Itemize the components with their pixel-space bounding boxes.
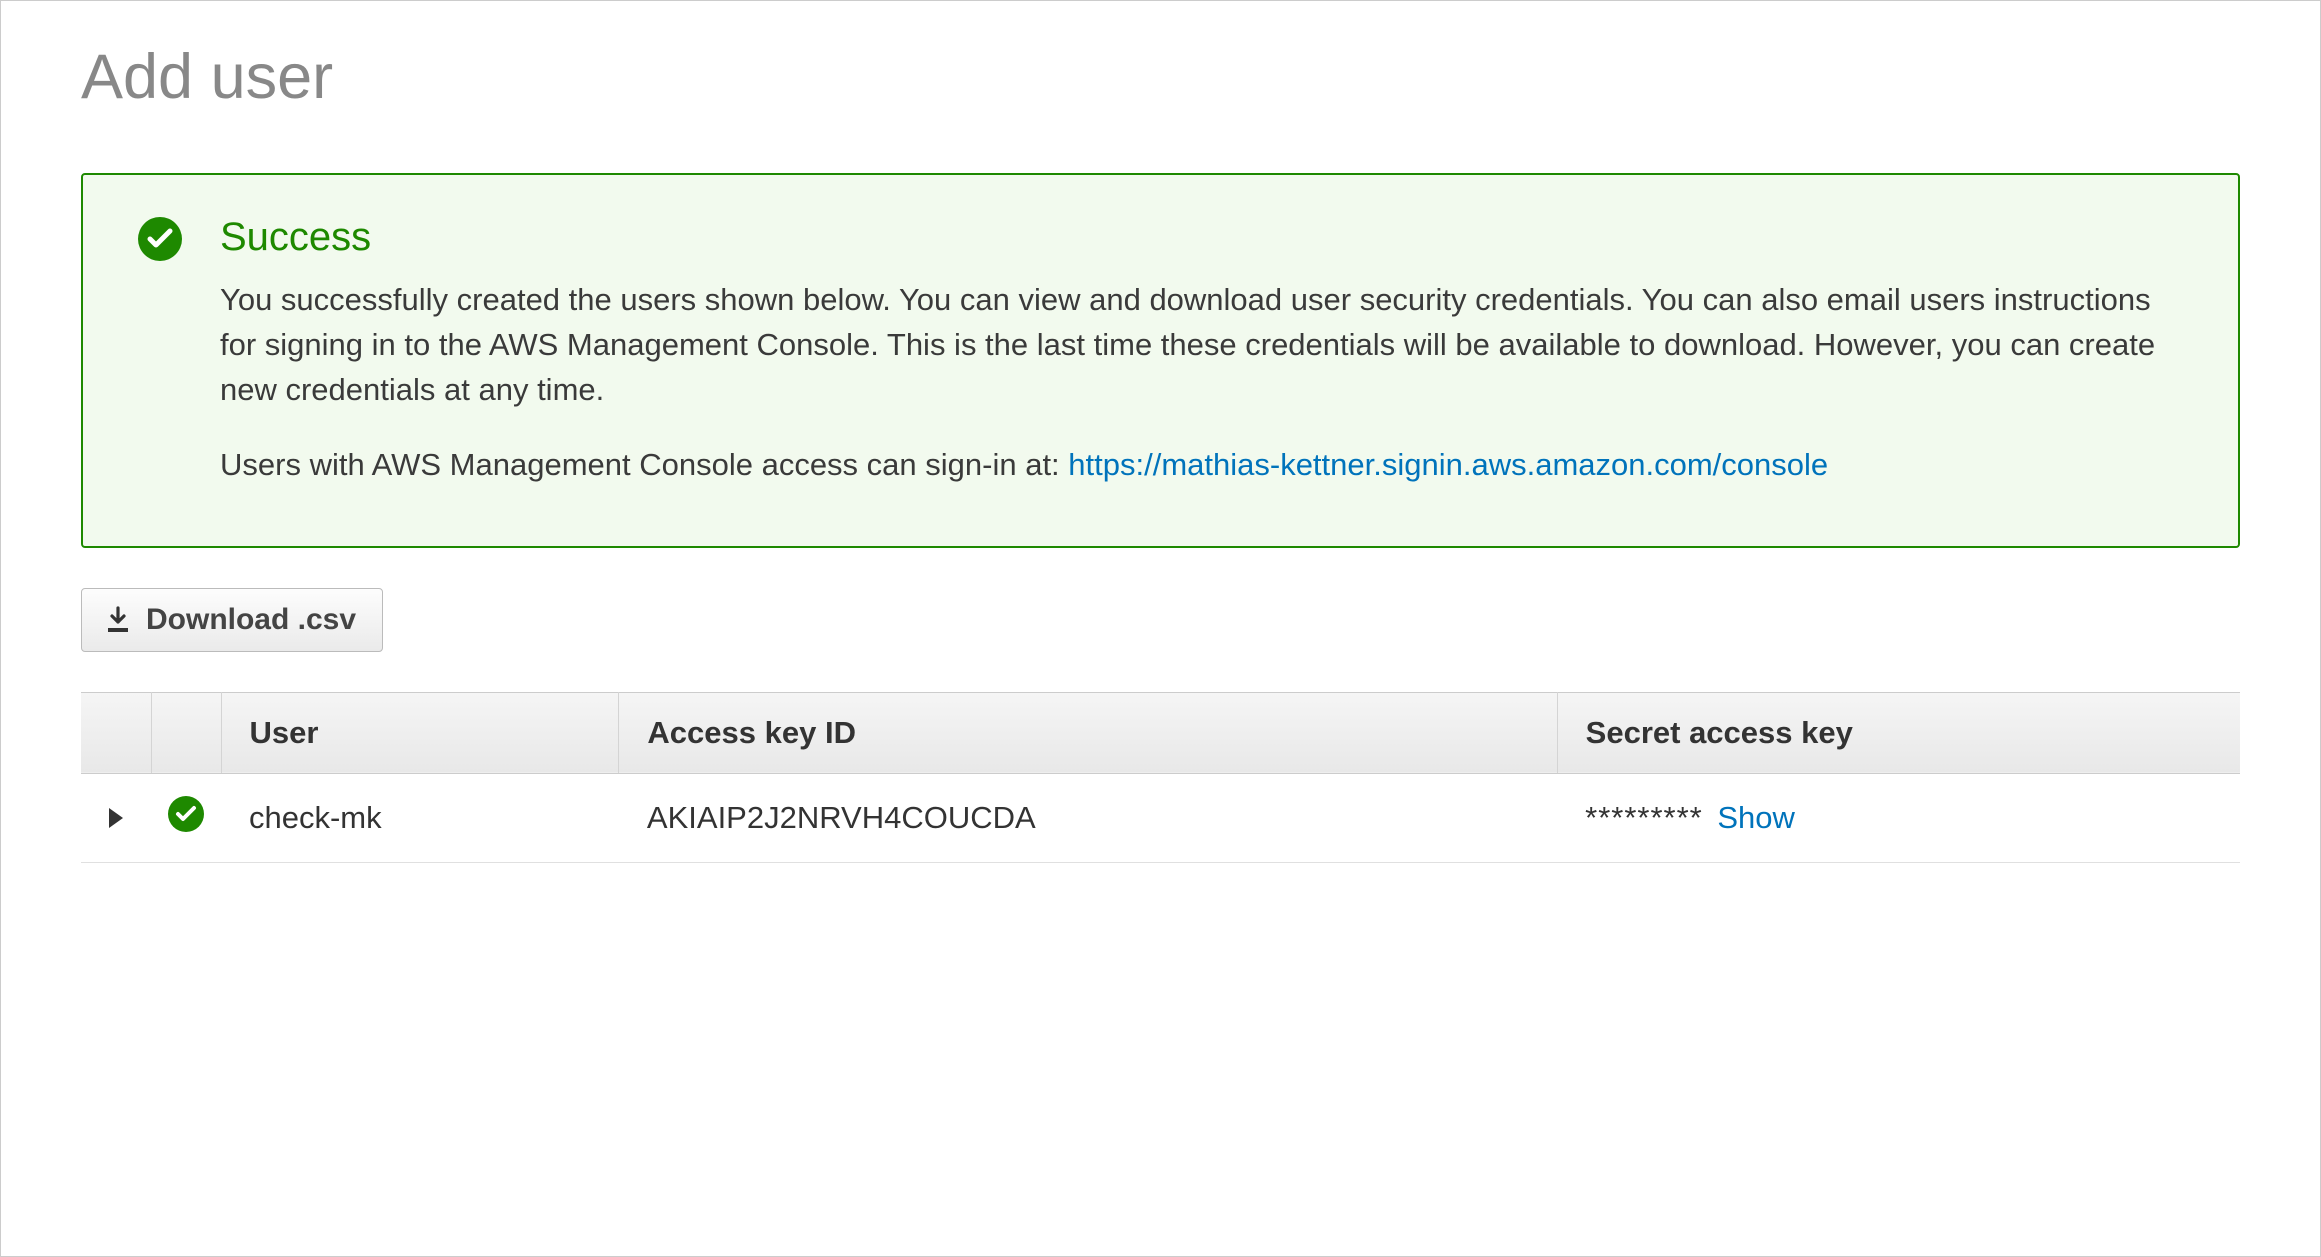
cell-access-key-id: AKIAIP2J2NRVH4COUCDA [619, 773, 1557, 862]
alert-heading: Success [220, 215, 2183, 260]
caret-right-icon [109, 808, 123, 828]
page-container: Add user Success You successfully create… [0, 0, 2321, 1257]
header-user[interactable]: User [221, 692, 619, 773]
header-access-key-id[interactable]: Access key ID [619, 692, 1557, 773]
toolbar: Download .csv [81, 588, 2240, 652]
alert-signin-prefix: Users with AWS Management Console access… [220, 447, 1068, 482]
header-expand-col [81, 692, 151, 773]
cell-secret-access-key: ********* Show [1557, 773, 2240, 862]
header-status-col [151, 692, 221, 773]
secret-masked-value: ********* [1585, 800, 1703, 835]
download-csv-button[interactable]: Download .csv [81, 588, 383, 652]
success-check-icon [138, 217, 182, 266]
header-secret-access-key[interactable]: Secret access key [1557, 692, 2240, 773]
success-check-icon [168, 796, 204, 832]
signin-url-link[interactable]: https://mathias-kettner.signin.aws.amazo… [1068, 447, 1828, 482]
row-status-cell [151, 773, 221, 862]
alert-body: Success You successfully created the use… [220, 215, 2183, 488]
users-table: User Access key ID Secret access key [81, 692, 2240, 863]
alert-paragraph-1: You successfully created the users shown… [220, 278, 2183, 413]
show-secret-link[interactable]: Show [1717, 800, 1795, 835]
cell-user: check-mk [221, 773, 619, 862]
alert-paragraph-2: Users with AWS Management Console access… [220, 443, 2183, 488]
table-row: check-mk AKIAIP2J2NRVH4COUCDA ********* … [81, 773, 2240, 862]
download-csv-label: Download .csv [146, 603, 356, 637]
page-title: Add user [81, 41, 2240, 113]
expand-row-toggle[interactable] [81, 773, 151, 862]
table-header-row: User Access key ID Secret access key [81, 692, 2240, 773]
download-icon [104, 606, 132, 634]
alert-text: You successfully created the users shown… [220, 278, 2183, 488]
success-alert: Success You successfully created the use… [81, 173, 2240, 548]
